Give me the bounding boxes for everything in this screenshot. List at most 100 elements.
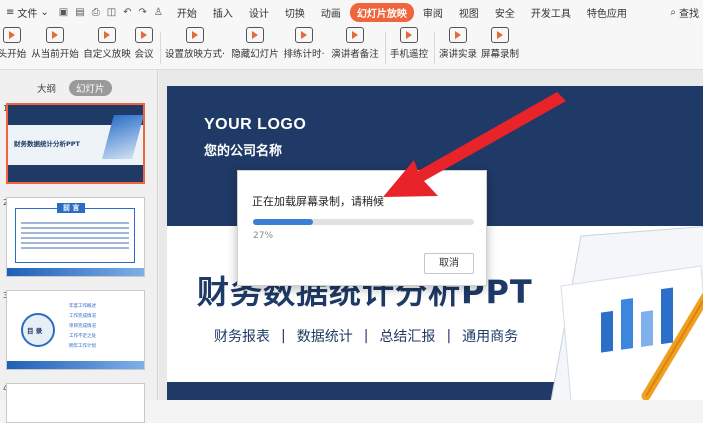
subtitle-divider: |	[446, 328, 452, 344]
slide-thumbnail-1[interactable]: 财务数据统计分析PPT	[6, 103, 145, 184]
format-painter-icon[interactable]: ♙	[154, 7, 163, 18]
chart-paper-illustration	[550, 226, 703, 400]
rehearse-timings-label: 排练计时·	[283, 49, 325, 60]
phone-remote-label: 手机遥控	[389, 49, 428, 60]
progress-bar	[253, 219, 474, 225]
slide-thumbnail-4[interactable]	[6, 383, 145, 423]
ribbon-separator	[434, 32, 435, 64]
subtitle-item: 总结汇报	[379, 329, 436, 345]
menu-bar: ≡ 文件 ⌄ ▣ ▤ ⎙ ◫ ↶ ↷ ♙ 开始 插入 设计 切换 动画 幻灯片放…	[0, 0, 703, 24]
toc-item: 项目完成情况	[69, 324, 96, 329]
search-icon: ⌕	[670, 6, 676, 18]
toc-item: 工作不足之处	[69, 334, 96, 339]
thumb-text-lines	[21, 222, 129, 224]
ribbon-separator	[160, 32, 161, 64]
redo-icon[interactable]: ↷	[139, 7, 147, 18]
subtitle-divider: |	[363, 328, 369, 344]
setup-show-icon	[186, 27, 204, 43]
thumb-title: 前 言	[57, 203, 86, 213]
tab-insert[interactable]: 插入	[206, 3, 240, 22]
from-current-label: 从当前开始	[31, 49, 79, 60]
thumb-footer	[7, 268, 144, 276]
presentation-record-button[interactable]: 演讲实录	[438, 27, 478, 67]
file-menu[interactable]: ≡ 文件 ⌄	[0, 5, 53, 20]
logo-text: YOUR LOGO	[204, 116, 307, 133]
tab-transitions[interactable]: 切换	[278, 3, 312, 22]
loading-message: 正在加载屏幕录制，请稍候	[252, 195, 384, 208]
company-name: 您的公司名称	[204, 144, 283, 159]
thumb-footer	[7, 361, 144, 369]
custom-show-button[interactable]: 自定义放映	[83, 27, 131, 67]
setup-show-button[interactable]: 设置放映方式·	[164, 27, 226, 67]
screen-record-label: 屏幕录制	[480, 49, 519, 60]
thumb-title: 目 录	[27, 327, 43, 335]
custom-show-label: 自定义放映	[83, 49, 131, 60]
tab-outline[interactable]: 大纲	[30, 80, 63, 96]
save-icon[interactable]: ▣	[59, 7, 68, 18]
loading-dialog: 正在加载屏幕录制，请稍候 27% 取消	[237, 170, 487, 286]
tab-home[interactable]: 开始	[170, 3, 204, 22]
custom-show-icon	[98, 27, 116, 43]
toc-item: 工作完成情况	[69, 314, 96, 319]
undo-icon[interactable]: ↶	[123, 7, 131, 18]
ribbon: 头开始 从当前开始 自定义放映 会议 设置放映方式· 隐藏幻灯片 排练计时· 演…	[0, 24, 703, 70]
setup-show-label: 设置放映方式·	[164, 49, 226, 60]
thumb-frame	[15, 208, 135, 263]
slide-thumbnail-3[interactable]: 目 录 年度工作概述 工作完成情况 项目完成情况 工作不足之处 明年工作计划	[6, 290, 145, 370]
ribbon-separator	[385, 32, 386, 64]
tab-developer[interactable]: 开发工具	[524, 3, 578, 22]
meeting-button[interactable]: 会议	[132, 27, 156, 67]
chevron-down-icon: ⌄	[40, 6, 49, 18]
presentation-record-label: 演讲实录	[438, 49, 477, 60]
camera-icon	[449, 27, 467, 43]
from-current-button[interactable]: 从当前开始	[30, 27, 80, 67]
meeting-label: 会议	[134, 49, 154, 60]
hide-slide-label: 隐藏幻灯片	[231, 49, 279, 60]
tab-review[interactable]: 审阅	[416, 3, 450, 22]
thumb-title: 财务数据统计分析PPT	[14, 140, 80, 148]
progress-fill	[253, 219, 313, 225]
slide-thumbnail-2[interactable]: 前 言	[6, 197, 145, 277]
tab-slideshow[interactable]: 幻灯片放映	[349, 2, 414, 22]
search-label: 查找	[679, 8, 699, 20]
tab-slides[interactable]: 幻灯片	[69, 80, 112, 96]
screen-record-icon	[491, 27, 509, 43]
subtitle-item: 通用商务	[462, 329, 519, 345]
phone-icon	[400, 27, 418, 43]
from-beginning-label: 头开始	[0, 49, 27, 60]
slide-pane: 大纲 幻灯片 1 财务数据统计分析PPT 2 前 言 3 目 录 年度工作概述 …	[0, 70, 158, 423]
preview-icon[interactable]: ◫	[107, 7, 116, 18]
search-box[interactable]: ⌕ 查找	[670, 5, 699, 20]
hide-slide-button[interactable]: 隐藏幻灯片	[231, 27, 279, 67]
tab-features[interactable]: 特色应用	[580, 3, 634, 22]
meeting-icon	[135, 27, 153, 43]
hamburger-icon: ≡	[6, 6, 15, 18]
from-beginning-button[interactable]: 头开始	[0, 27, 27, 67]
pane-tabs: 大纲 幻灯片	[0, 70, 157, 96]
folder-icon[interactable]: ▤	[75, 7, 84, 18]
speaker-notes-icon	[346, 27, 364, 43]
slide-subtitles: 财务报表 | 数据统计 | 总结汇报 | 通用商务	[214, 326, 518, 346]
screen-record-button[interactable]: 屏幕录制	[480, 27, 520, 67]
tab-animations[interactable]: 动画	[314, 3, 348, 22]
tab-design[interactable]: 设计	[242, 3, 276, 22]
speaker-notes-label: 演讲者备注	[331, 49, 379, 60]
stopwatch-icon	[295, 27, 313, 43]
progress-percent: 27%	[253, 231, 274, 241]
phone-remote-button[interactable]: 手机遥控	[389, 27, 429, 67]
speaker-notes-button[interactable]: 演讲者备注	[331, 27, 379, 67]
subtitle-divider: |	[281, 328, 286, 344]
tab-view[interactable]: 视图	[452, 3, 486, 22]
play-current-icon	[46, 27, 64, 43]
toc-item: 明年工作计划	[69, 344, 96, 349]
hide-slide-icon	[246, 27, 264, 43]
file-menu-label: 文件	[17, 8, 38, 20]
quick-access-toolbar: ▣ ▤ ⎙ ◫ ↶ ↷ ♙	[53, 7, 169, 18]
slideshow-icon	[3, 27, 21, 43]
subtitle-item: 数据统计	[296, 329, 353, 345]
print-icon[interactable]: ⎙	[92, 7, 100, 18]
thumb-footer	[8, 168, 143, 182]
cancel-button[interactable]: 取消	[424, 253, 474, 274]
tab-security[interactable]: 安全	[488, 3, 522, 22]
rehearse-timings-button[interactable]: 排练计时·	[282, 27, 326, 67]
